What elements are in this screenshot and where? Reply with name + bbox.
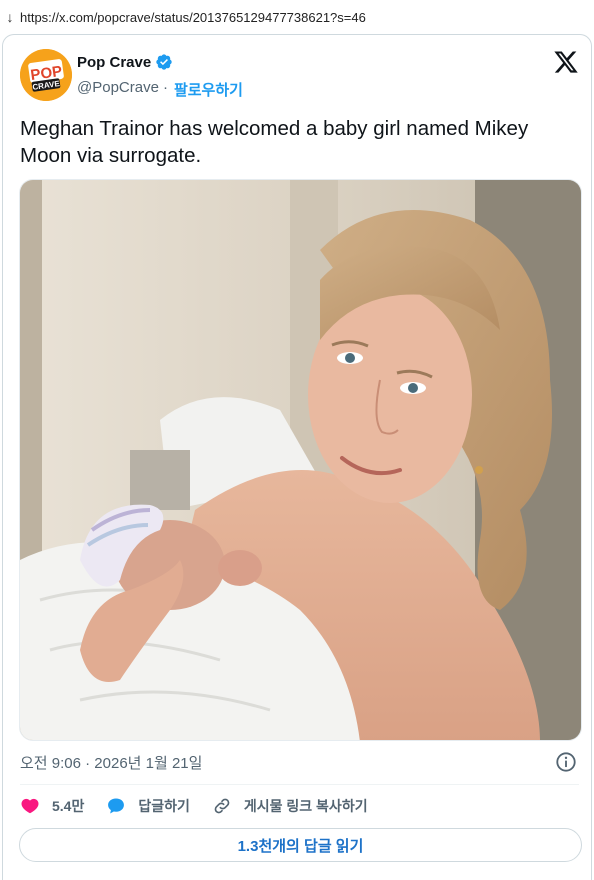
- heart-icon: [21, 798, 39, 814]
- copy-link-label: 게시물 링크 복사하기: [243, 798, 368, 814]
- tweet-text: Meghan Trainor has welcomed a baby girl …: [20, 117, 529, 167]
- divider: [20, 784, 579, 785]
- copy-link-button[interactable]: 게시물 링크 복사하기: [212, 796, 368, 816]
- tweet-timestamp[interactable]: 오전 9:06 · 2026년 1월 21일: [20, 752, 202, 773]
- author-name-row: Pop Crave: [77, 53, 173, 71]
- reply-label: 답글하기: [138, 798, 190, 814]
- read-replies-button[interactable]: 1.3천개의 답글 읽기: [19, 828, 582, 862]
- author-display-name[interactable]: Pop Crave: [77, 54, 151, 71]
- avatar[interactable]: POP CRAVE: [20, 49, 72, 101]
- separator-dot: ·: [162, 79, 168, 96]
- x-logo-icon[interactable]: [553, 49, 579, 75]
- reply-button[interactable]: 답글하기: [106, 796, 190, 816]
- tweet-card: POP CRAVE Pop Crave @PopCrave · 팔로우하기 Me…: [2, 34, 592, 880]
- link-icon: [214, 798, 230, 814]
- tweet-photo[interactable]: [19, 179, 582, 741]
- address-bar[interactable]: ↓ https://x.com/popcrave/status/20137651…: [0, 0, 594, 34]
- author-handle[interactable]: @PopCrave: [77, 79, 159, 100]
- follow-button[interactable]: 팔로우하기: [174, 79, 243, 100]
- verified-badge-icon: [156, 54, 172, 70]
- info-icon[interactable]: [555, 751, 577, 773]
- reply-bubble-icon: [108, 798, 125, 814]
- photo-mother-with-newborn-icon: [20, 180, 581, 740]
- action-bar: 5.4만 답글하기 게시물 링크 복사하기: [20, 792, 390, 820]
- url-text[interactable]: https://x.com/popcrave/status/2013765129…: [20, 10, 366, 25]
- author-handle-row: @PopCrave · 팔로우하기: [77, 79, 243, 100]
- download-arrow-icon: ↓: [6, 9, 14, 25]
- pop-crave-logo-icon: POP CRAVE: [20, 49, 72, 101]
- like-button[interactable]: 5.4만: [20, 796, 84, 816]
- like-count: 5.4만: [52, 798, 85, 814]
